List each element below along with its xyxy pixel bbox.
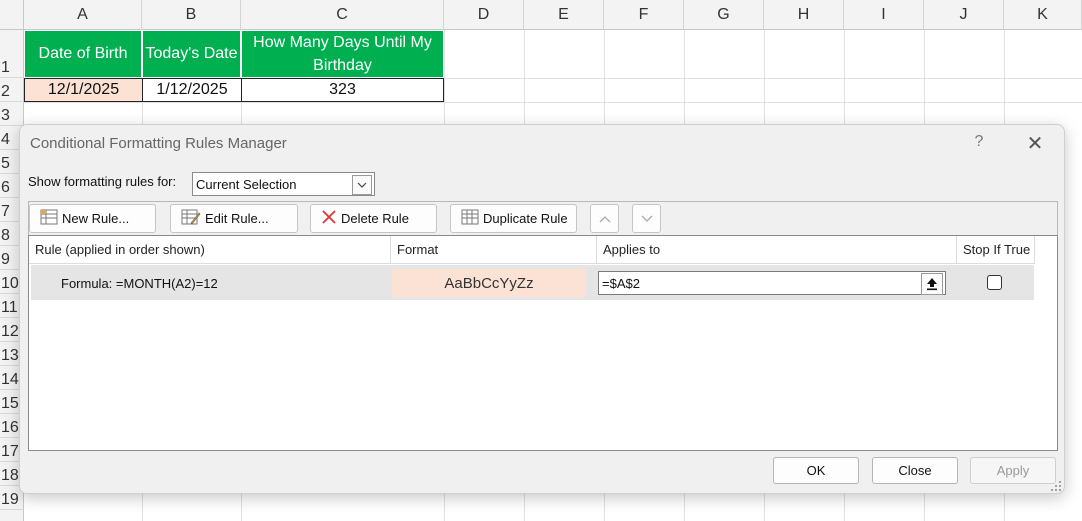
row-header-20[interactable] (0, 510, 24, 521)
column-header-rule[interactable]: Rule (applied in order shown) (29, 236, 391, 264)
stop-if-true-checkbox[interactable] (987, 275, 1002, 290)
ok-button[interactable]: OK (773, 457, 859, 484)
delete-rule-button[interactable]: Delete Rule (310, 204, 437, 233)
cell-a1[interactable]: Date of Birth (24, 30, 142, 78)
apply-button[interactable]: Apply (970, 457, 1056, 484)
rules-list: Rule (applied in order shown) Format App… (28, 235, 1058, 451)
column-header-f[interactable]: F (604, 0, 684, 30)
cell-c1[interactable]: How Many Days Until My Birthday (241, 30, 444, 78)
row-header-2[interactable]: 2 (0, 78, 24, 102)
duplicate-rule-icon (461, 209, 479, 228)
cell-c2[interactable]: 323 (241, 78, 444, 102)
range-picker-icon[interactable] (921, 273, 943, 295)
duplicate-rule-button[interactable]: Duplicate Rule (450, 204, 577, 233)
show-rules-value: Current Selection (196, 177, 297, 192)
column-header-format[interactable]: Format (391, 236, 597, 264)
move-down-button[interactable] (632, 204, 661, 233)
new-rule-button[interactable]: New Rule... (29, 204, 156, 233)
column-header-j[interactable]: J (924, 0, 1004, 30)
column-header-stop-if-true[interactable]: Stop If True (957, 236, 1035, 264)
edit-rule-label: Edit Rule... (205, 211, 269, 226)
chevron-down-icon[interactable] (352, 175, 372, 195)
column-header-c[interactable]: C (241, 0, 444, 30)
format-preview: AaBbCcYyZz (392, 269, 586, 297)
conditional-formatting-dialog: Conditional Formatting Rules Manager ? ✕… (19, 124, 1065, 494)
column-header-d[interactable]: D (444, 0, 524, 30)
gridline (24, 102, 1082, 103)
new-rule-label: New Rule... (62, 211, 130, 226)
new-rule-icon (40, 209, 58, 228)
column-header-h[interactable]: H (764, 0, 844, 30)
resize-grip-icon[interactable] (1050, 480, 1062, 492)
applies-to-field[interactable]: =$A$2 (598, 271, 946, 295)
column-header-a[interactable]: A (24, 0, 142, 30)
select-all-corner[interactable] (0, 0, 24, 30)
dialog-title: Conditional Formatting Rules Manager (30, 135, 287, 152)
applies-to-value: =$A$2 (602, 276, 640, 291)
column-header-applies-to[interactable]: Applies to (597, 236, 957, 264)
cell-a2[interactable]: 12/1/2025 (24, 78, 143, 102)
cell-b2[interactable]: 1/12/2025 (142, 78, 242, 102)
move-up-button[interactable] (590, 204, 619, 233)
delete-icon (321, 209, 337, 228)
column-header-k[interactable]: K (1004, 0, 1082, 30)
cell-b1[interactable]: Today's Date (142, 30, 241, 78)
edit-rule-button[interactable]: Edit Rule... (170, 204, 298, 233)
help-button[interactable]: ? (972, 133, 986, 151)
chevron-down-icon (641, 215, 652, 222)
row-header-1[interactable]: 1 (0, 30, 24, 78)
column-header-b[interactable]: B (142, 0, 241, 30)
close-button[interactable]: Close (872, 457, 958, 484)
row-header-3[interactable]: 3 (0, 102, 24, 126)
show-rules-label: Show formatting rules for: (28, 174, 177, 189)
duplicate-rule-label: Duplicate Rule (483, 211, 568, 226)
show-rules-dropdown[interactable]: Current Selection (192, 172, 375, 196)
edit-rule-icon (181, 209, 201, 228)
column-header-e[interactable]: E (524, 0, 604, 30)
column-header-g[interactable]: G (684, 0, 764, 30)
column-header-i[interactable]: I (844, 0, 924, 30)
rule-condition: Formula: =MONTH(A2)=12 (61, 276, 218, 291)
chevron-up-icon (599, 215, 610, 222)
close-icon[interactable]: ✕ (1026, 131, 1044, 156)
delete-rule-label: Delete Rule (341, 211, 409, 226)
